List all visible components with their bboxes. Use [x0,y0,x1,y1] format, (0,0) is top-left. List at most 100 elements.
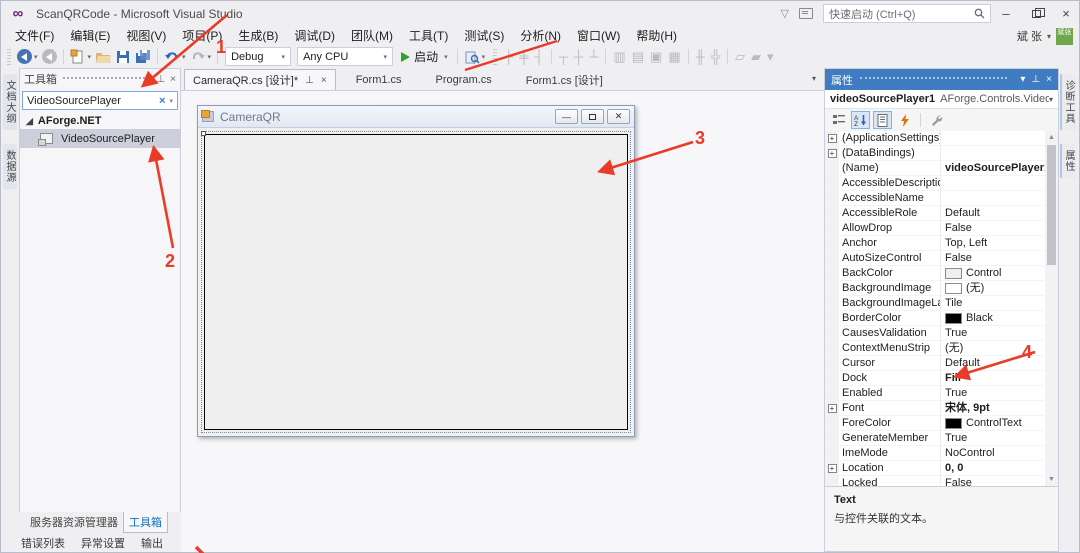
menu-debug[interactable]: 调试(D) [286,25,343,46]
document-tab-form1-design[interactable]: Form1.cs [设计] [512,69,617,90]
property-row[interactable]: AllowDrop False [825,221,1058,236]
property-value-cell[interactable]: videoSourcePlayer1 [941,161,1058,175]
property-value-cell[interactable]: 0, 0 [941,461,1058,475]
menu-team[interactable]: 团队(M) [343,25,401,46]
property-row[interactable]: (Name) videoSourcePlayer1 [825,161,1058,176]
make-same-size-icon[interactable]: ▣ [647,49,665,65]
align-bottoms-icon[interactable]: ┴ [586,49,601,64]
pin-icon[interactable]: ⊥ [1031,74,1040,85]
property-row[interactable]: Enabled True [825,386,1058,401]
property-value-cell[interactable] [941,191,1058,205]
expand-icon[interactable]: + [828,149,837,158]
filter-icon[interactable]: ▽ [781,7,789,20]
panel-tab-server-explorer[interactable]: 服务器资源管理器 [25,512,123,532]
property-row[interactable]: ForeColor ControlText [825,416,1058,431]
designer-form[interactable]: CameraQR — ✕ [197,105,635,437]
property-row[interactable]: + Location 0, 0 [825,461,1058,476]
toolbox-item-videosourceplayer[interactable]: VideoSourcePlayer [20,129,180,148]
expand-icon[interactable]: + [828,464,837,473]
property-row[interactable]: + (ApplicationSettings) [825,131,1058,146]
undo-button[interactable]: ▾ [162,47,188,67]
menu-project[interactable]: 项目(P) [174,25,230,46]
alphabetical-sort-button[interactable]: AZ [851,111,870,129]
panel-tab-toolbox[interactable]: 工具箱 [123,512,168,533]
chevron-down-icon[interactable]: ▾ [169,97,173,105]
properties-view-button[interactable] [873,111,892,129]
form-client-area[interactable] [201,131,631,433]
categorized-button[interactable] [829,111,848,129]
size-to-grid-icon[interactable]: ▦ [665,49,683,65]
sidebar-tab-data-sources[interactable]: 数据源 [3,144,17,189]
property-row[interactable]: ImeMode NoControl [825,446,1058,461]
resize-handle[interactable] [201,131,206,136]
save-all-button[interactable] [133,47,153,67]
property-value-cell[interactable]: True [941,326,1058,340]
feedback-icon[interactable] [799,8,813,19]
panel-tab-output[interactable]: 输出 [141,535,163,552]
property-row[interactable]: + Font 宋体, 9pt [825,401,1058,416]
document-tab-cameraqr-design[interactable]: CameraQR.cs [设计]* ⊥ × [184,69,336,90]
property-row[interactable]: AutoSizeControl False [825,251,1058,266]
user-account-area[interactable]: 斌 张 ▾ 斌张 [1017,27,1073,45]
property-value-cell[interactable]: False [941,221,1058,235]
property-row[interactable]: GenerateMember True [825,431,1058,446]
property-row[interactable]: ContextMenuStrip (无) [825,341,1058,356]
align-rights-icon[interactable]: ┤ [532,49,547,64]
solution-platform-select[interactable]: Any CPU ▾ [297,47,393,66]
toolbar-grip[interactable] [493,49,497,65]
events-button[interactable] [895,111,914,129]
align-middles-icon[interactable]: ┼ [571,49,586,64]
horizontal-spacing-icon[interactable]: ╫ [693,49,708,64]
sidebar-tab-document-outline[interactable]: 文档大纲 [3,74,17,130]
clear-search-icon[interactable]: × [159,95,165,107]
property-value-cell[interactable]: (无) [941,281,1058,295]
property-value-cell[interactable]: Default [941,206,1058,220]
make-same-height-icon[interactable]: ▤ [629,49,647,65]
solution-configuration-select[interactable]: Debug ▾ [225,47,291,66]
window-restore-button[interactable] [1021,1,1051,26]
navigate-back-button[interactable]: ▾ [15,47,40,67]
property-row[interactable]: AccessibleName [825,191,1058,206]
property-value-cell[interactable]: True [941,386,1058,400]
expand-icon[interactable]: + [828,134,837,143]
property-value-cell[interactable]: NoControl [941,446,1058,460]
window-minimize-button[interactable]: – [991,1,1021,26]
window-position-chevron-icon[interactable]: ▾ [1020,74,1025,85]
property-value-cell[interactable]: Black [941,311,1058,325]
toolbox-search-input[interactable]: VideoSourcePlayer × ▾ [22,91,178,110]
property-row[interactable]: + (DataBindings) [825,146,1058,161]
pin-icon[interactable]: ⊥ [305,75,314,86]
find-in-files-button[interactable]: ▾ [462,47,488,67]
avatar[interactable]: 斌张 [1056,28,1073,45]
property-value-cell[interactable] [941,146,1058,160]
menu-edit[interactable]: 编辑(E) [62,25,118,46]
menu-build[interactable]: 生成(B) [230,25,286,46]
property-value-cell[interactable] [941,176,1058,190]
property-value-cell[interactable]: Fill [941,371,1058,385]
property-value-cell[interactable]: (无) [941,341,1058,355]
panel-tab-exception-settings[interactable]: 异常设置 [81,535,125,552]
properties-header[interactable]: 属性 ▾ ⊥ × [825,69,1058,90]
videosourceplayer-control[interactable] [204,134,628,430]
property-value-cell[interactable]: Top, Left [941,236,1058,250]
property-value-cell[interactable]: Tile [941,296,1058,310]
navigate-forward-button[interactable] [40,47,59,67]
property-value-cell[interactable]: 宋体, 9pt [941,401,1058,415]
make-same-width-icon[interactable]: ▥ [610,49,628,65]
toolbar-grip[interactable] [7,49,11,65]
property-grid[interactable]: + (ApplicationSettings) + (DataBindings) [825,131,1058,486]
property-row[interactable]: Locked False [825,476,1058,486]
property-row[interactable]: AccessibleDescription [825,176,1058,191]
sidebar-tab-diagnostic-tools[interactable]: 诊断工具 [1060,74,1076,130]
close-icon[interactable]: × [321,75,327,86]
property-value-cell[interactable] [941,131,1058,145]
toolbox-group-aforge[interactable]: ◢ AForge.NET [20,112,180,129]
property-row[interactable]: BackgroundImageLayout Tile [825,296,1058,311]
property-row[interactable]: BackColor Control [825,266,1058,281]
save-button[interactable] [113,47,133,67]
object-selector[interactable]: videoSourcePlayer1 AForge.Controls.Video… [825,90,1058,109]
panel-tab-error-list[interactable]: 错误列表 [21,535,65,552]
property-value-cell[interactable]: ControlText [941,416,1058,430]
property-value-cell[interactable]: False [941,476,1058,486]
new-project-button[interactable]: ▾ [68,47,94,67]
